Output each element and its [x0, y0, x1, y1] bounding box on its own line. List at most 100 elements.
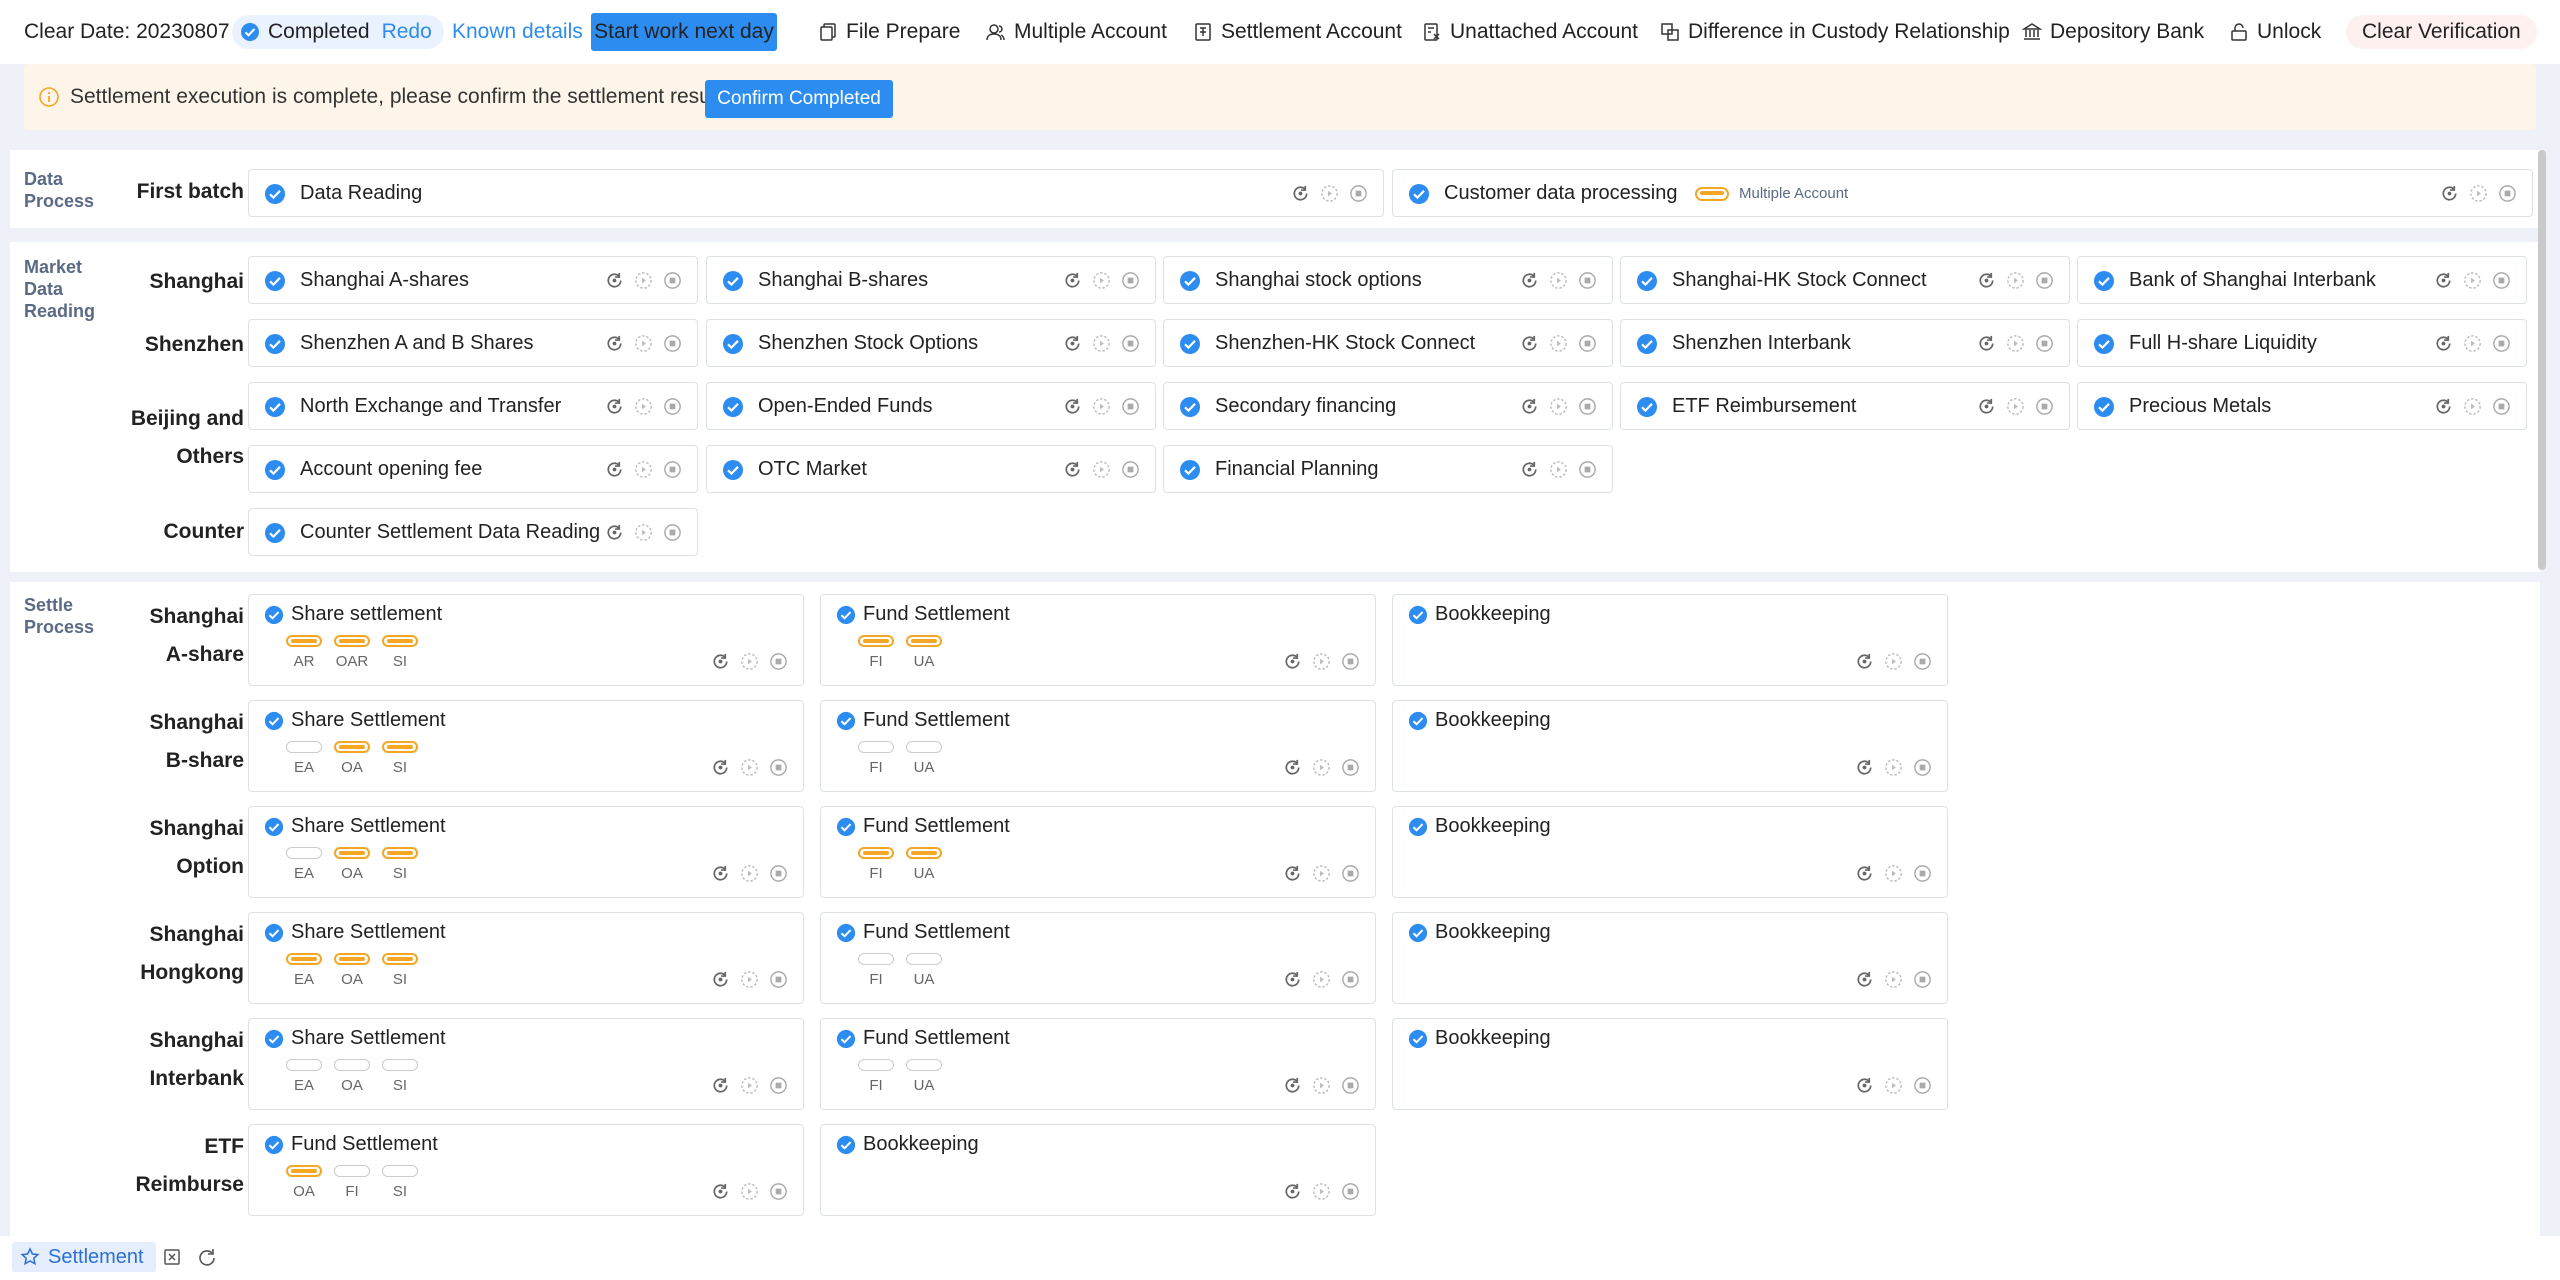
redo-icon[interactable]	[710, 863, 731, 884]
stop-icon[interactable]	[768, 863, 789, 884]
step-toggle[interactable]: UA	[906, 741, 942, 776]
run-icon[interactable]	[739, 969, 760, 990]
step-toggle[interactable]: SI	[382, 1059, 418, 1094]
redo-icon[interactable]	[1282, 1181, 1303, 1202]
settle-card[interactable]: Bookkeeping	[1392, 700, 1948, 792]
stop-icon[interactable]	[1120, 459, 1141, 480]
file-prepare-button[interactable]: File Prepare	[818, 15, 960, 49]
step-toggle[interactable]: UA	[906, 635, 942, 670]
step-toggle[interactable]: FI	[858, 1059, 894, 1094]
step-toggle[interactable]: FI	[858, 953, 894, 988]
settlement-account-button[interactable]: Settlement Account	[1193, 15, 1402, 49]
redo-icon[interactable]	[604, 522, 625, 543]
redo-icon[interactable]	[1976, 396, 1997, 417]
stop-icon[interactable]	[768, 757, 789, 778]
run-icon[interactable]	[2005, 270, 2026, 291]
settle-card[interactable]: Share Settlement EA OA SI	[248, 700, 804, 792]
run-icon[interactable]	[2462, 333, 2483, 354]
redo-icon[interactable]	[604, 333, 625, 354]
step-toggle[interactable]: EA	[286, 741, 322, 776]
redo-icon[interactable]	[1282, 757, 1303, 778]
stop-icon[interactable]	[768, 1181, 789, 1202]
stop-icon[interactable]	[662, 459, 683, 480]
vertical-scrollbar[interactable]	[2538, 150, 2546, 570]
run-icon[interactable]	[2462, 270, 2483, 291]
run-icon[interactable]	[1883, 863, 1904, 884]
redo-icon[interactable]	[1519, 459, 1540, 480]
stop-icon[interactable]	[662, 522, 683, 543]
redo-icon[interactable]	[1519, 396, 1540, 417]
step-toggle[interactable]: FI	[858, 741, 894, 776]
stop-icon[interactable]	[1912, 757, 1933, 778]
run-icon[interactable]	[1091, 333, 1112, 354]
run-icon[interactable]	[1311, 1075, 1332, 1096]
task-card[interactable]: Shenzhen A and B Shares	[248, 319, 698, 367]
stop-icon[interactable]	[1577, 459, 1598, 480]
settle-card[interactable]: Share Settlement EA OA SI	[248, 912, 804, 1004]
stop-icon[interactable]	[2491, 333, 2512, 354]
task-card[interactable]: Financial Planning	[1163, 445, 1613, 493]
stop-icon[interactable]	[1577, 333, 1598, 354]
redo-icon[interactable]	[1282, 651, 1303, 672]
custody-difference-button[interactable]: Difference in Custody Relationship	[1660, 15, 2010, 49]
stop-icon[interactable]	[2491, 396, 2512, 417]
redo-icon[interactable]	[1282, 969, 1303, 990]
run-icon[interactable]	[1311, 863, 1332, 884]
redo-icon[interactable]	[2433, 333, 2454, 354]
run-icon[interactable]	[1883, 1075, 1904, 1096]
settle-card[interactable]: Share settlement AR OAR SI	[248, 594, 804, 686]
run-icon[interactable]	[1091, 459, 1112, 480]
redo-icon[interactable]	[1854, 863, 1875, 884]
step-toggle[interactable]: SI	[382, 953, 418, 988]
step-toggle[interactable]: OA	[334, 953, 370, 988]
redo-icon[interactable]	[710, 651, 731, 672]
run-icon[interactable]	[633, 522, 654, 543]
task-card[interactable]: Shanghai B-shares	[706, 256, 1156, 304]
redo-icon[interactable]	[1519, 270, 1540, 291]
settle-card[interactable]: Share Settlement EA OA SI	[248, 806, 804, 898]
redo-icon[interactable]	[604, 396, 625, 417]
unattached-account-button[interactable]: Unattached Account	[1422, 15, 1638, 49]
run-icon[interactable]	[1311, 757, 1332, 778]
task-card[interactable]: Bank of Shanghai Interbank	[2077, 256, 2527, 304]
stop-icon[interactable]	[662, 333, 683, 354]
stop-icon[interactable]	[662, 396, 683, 417]
run-icon[interactable]	[2468, 183, 2489, 204]
step-toggle[interactable]: UA	[906, 953, 942, 988]
stop-icon[interactable]	[768, 969, 789, 990]
stop-icon[interactable]	[768, 651, 789, 672]
run-icon[interactable]	[1548, 333, 1569, 354]
step-toggle[interactable]: OA	[334, 1059, 370, 1094]
task-card[interactable]: Shenzhen-HK Stock Connect	[1163, 319, 1613, 367]
redo-icon[interactable]	[1062, 396, 1083, 417]
redo-icon[interactable]	[1282, 863, 1303, 884]
task-card[interactable]: Account opening fee	[248, 445, 698, 493]
step-toggle[interactable]: EA	[286, 847, 322, 882]
stop-icon[interactable]	[2497, 183, 2518, 204]
step-toggle[interactable]: UA	[906, 1059, 942, 1094]
step-toggle[interactable]: FI	[334, 1165, 370, 1200]
task-card[interactable]: Counter Settlement Data Reading	[248, 508, 698, 556]
stop-icon[interactable]	[662, 270, 683, 291]
settle-card[interactable]: Share Settlement EA OA SI	[248, 1018, 804, 1110]
redo-icon[interactable]	[1854, 969, 1875, 990]
task-card[interactable]: Full H-share Liquidity	[2077, 319, 2527, 367]
run-icon[interactable]	[739, 651, 760, 672]
stop-icon[interactable]	[1912, 969, 1933, 990]
settle-card[interactable]: Fund Settlement FI UA	[820, 912, 1376, 1004]
redo-icon[interactable]	[710, 969, 731, 990]
confirm-completed-button[interactable]: Confirm Completed	[705, 80, 893, 118]
run-icon[interactable]	[2462, 396, 2483, 417]
task-card[interactable]: Shenzhen Stock Options	[706, 319, 1156, 367]
multiple-account-button[interactable]: Multiple Account	[986, 15, 1167, 49]
redo-icon[interactable]	[710, 757, 731, 778]
task-card[interactable]: North Exchange and Transfer	[248, 382, 698, 430]
step-toggle[interactable]: SI	[382, 635, 418, 670]
step-toggle[interactable]: EA	[286, 953, 322, 988]
redo-icon[interactable]	[1290, 183, 1311, 204]
run-icon[interactable]	[633, 270, 654, 291]
clear-verification-button[interactable]: Clear Verification	[2346, 15, 2537, 49]
run-icon[interactable]	[1883, 969, 1904, 990]
stop-icon[interactable]	[1340, 969, 1361, 990]
run-icon[interactable]	[739, 757, 760, 778]
